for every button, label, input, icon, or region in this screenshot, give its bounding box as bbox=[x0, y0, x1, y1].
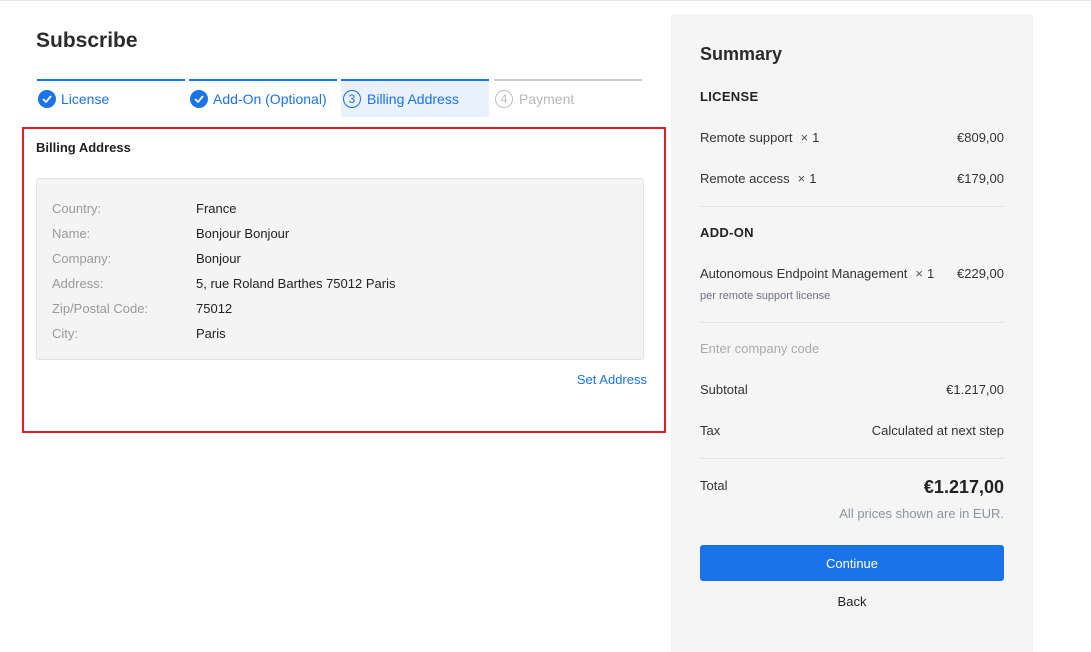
step-license[interactable]: License bbox=[37, 79, 185, 117]
item-name: Remote access bbox=[700, 171, 790, 186]
address-row-country: Country: France bbox=[52, 201, 236, 216]
address-row-zip: Zip/Postal Code: 75012 bbox=[52, 301, 232, 316]
field-label: Country: bbox=[52, 201, 102, 216]
divider bbox=[700, 322, 1004, 323]
step-progress-bar bbox=[341, 79, 489, 81]
address-row-name: Name: Bonjour Bonjour bbox=[52, 226, 289, 241]
line-item-remote-support: Remote support × 1 €809,00 bbox=[700, 130, 1004, 145]
total-value: €1.217,00 bbox=[923, 477, 1004, 497]
times-symbol: × bbox=[797, 171, 806, 186]
step-progress-bar bbox=[494, 79, 642, 81]
item-quantity: 1 bbox=[809, 171, 817, 186]
line-item-autonomous-endpoint-management: Autonomous Endpoint Management × 1 €229,00 bbox=[700, 266, 1004, 281]
address-row-company: Company: Bonjour bbox=[52, 251, 241, 266]
item-quantity: 1 bbox=[812, 130, 820, 145]
company-code-input[interactable]: Enter company code bbox=[700, 341, 819, 356]
field-value: 5, rue Roland Barthes 75012 Paris bbox=[196, 276, 396, 291]
total-label: Total bbox=[700, 478, 728, 493]
times-symbol: × bbox=[915, 266, 924, 281]
subtotal-label: Subtotal bbox=[700, 382, 748, 397]
tax-row: Tax Calculated at next step bbox=[700, 423, 1004, 438]
license-heading: LICENSE bbox=[700, 89, 759, 104]
subtotal-value: €1.217,00 bbox=[946, 382, 1004, 397]
step-label: License bbox=[61, 91, 110, 107]
back-button[interactable]: Back bbox=[700, 594, 1004, 609]
currency-note: All prices shown are in EUR. bbox=[839, 506, 1004, 521]
tax-value: Calculated at next step bbox=[871, 423, 1004, 438]
divider bbox=[700, 458, 1004, 459]
field-label: Address: bbox=[52, 276, 104, 291]
add-on-note: per remote support license bbox=[700, 290, 831, 302]
summary-title: Summary bbox=[700, 44, 783, 64]
checkmark-icon bbox=[38, 90, 56, 108]
field-label: City: bbox=[52, 326, 78, 341]
times-symbol: × bbox=[800, 130, 809, 145]
step-label: Payment bbox=[519, 91, 575, 107]
billing-address-section: Billing Address Country: France Name: Bo… bbox=[22, 127, 666, 433]
continue-button[interactable]: Continue bbox=[700, 545, 1004, 581]
step-add-on[interactable]: Add-On (Optional) bbox=[189, 79, 337, 117]
item-name: Autonomous Endpoint Management bbox=[700, 266, 908, 281]
field-label: Name: bbox=[52, 226, 91, 241]
step-label: Billing Address bbox=[367, 91, 459, 107]
item-price: €179,00 bbox=[957, 171, 1004, 186]
billing-address-heading: Billing Address bbox=[36, 140, 131, 155]
step-progress-bar bbox=[37, 79, 185, 81]
line-item-remote-access: Remote access × 1 €179,00 bbox=[700, 171, 1004, 186]
field-value: 75012 bbox=[196, 301, 233, 316]
top-divider bbox=[0, 0, 1091, 1]
line-item-description: Autonomous Endpoint Management × 1 bbox=[700, 266, 934, 281]
page-title: Subscribe bbox=[36, 29, 138, 52]
address-row-city: City: Paris bbox=[52, 326, 226, 341]
order-summary-panel: Summary LICENSE Remote support × 1 €809,00… bbox=[671, 14, 1033, 652]
step-progress-bar bbox=[189, 79, 337, 81]
checkmark-icon bbox=[190, 90, 208, 108]
field-value: Bonjour Bonjour bbox=[196, 226, 290, 241]
step-payment: 4 Payment bbox=[494, 79, 642, 117]
field-value: France bbox=[196, 201, 237, 216]
field-label: Zip/Postal Code: bbox=[52, 301, 149, 316]
item-price: €809,00 bbox=[957, 130, 1004, 145]
add-on-heading: ADD-ON bbox=[700, 225, 754, 240]
stepper: License Add-On (Optional) 3 Billing Addr… bbox=[37, 79, 642, 118]
step-billing-address[interactable]: 3 Billing Address bbox=[341, 79, 489, 117]
item-quantity: 1 bbox=[927, 266, 935, 281]
set-address-link[interactable]: Set Address bbox=[577, 372, 647, 387]
item-price: €229,00 bbox=[957, 266, 1004, 281]
line-item-description: Remote support × 1 bbox=[700, 130, 819, 145]
address-card: Country: France Name: Bonjour Bonjour Co… bbox=[36, 178, 644, 360]
item-name: Remote support bbox=[700, 130, 793, 145]
field-value: Bonjour bbox=[196, 251, 241, 266]
step-number: 4 bbox=[495, 90, 513, 108]
tax-label: Tax bbox=[700, 423, 721, 438]
divider bbox=[700, 206, 1004, 207]
field-value: Paris bbox=[196, 326, 226, 341]
step-label: Add-On (Optional) bbox=[213, 91, 327, 107]
line-item-description: Remote access × 1 bbox=[700, 171, 816, 186]
field-label: Company: bbox=[52, 251, 112, 266]
subtotal-row: Subtotal €1.217,00 bbox=[700, 382, 1004, 397]
step-number: 3 bbox=[343, 90, 361, 108]
address-row-address: Address: 5, rue Roland Barthes 75012 Par… bbox=[52, 276, 395, 291]
